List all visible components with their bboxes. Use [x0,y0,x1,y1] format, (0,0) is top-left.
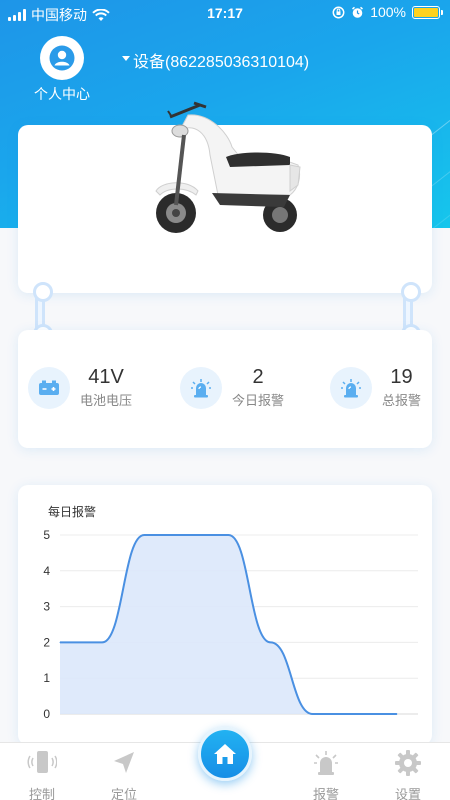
alarm-light-icon [180,366,222,409]
y-tick-label: 2 [43,635,50,649]
phone-control-icon [27,751,58,773]
gear-icon [395,750,421,776]
today-alarms-value: 2 [252,366,264,388]
alarm-light-icon [314,751,338,775]
stat-total-alarms: 19 总报警 [330,366,421,409]
data-point [227,534,229,536]
device-selector[interactable]: 设备(862285036310104) [122,48,309,72]
profile-center-button[interactable]: 个人中心 [30,36,94,104]
tab-locate[interactable]: 定位 [94,749,154,800]
alarm-clock-icon [352,6,364,18]
user-icon [49,45,75,71]
stat-today-alarms: 2 今日报警 [180,366,284,409]
data-point [185,534,187,536]
battery-voltage-value: 41V [88,366,124,388]
battery-percent: 100% [370,4,406,20]
home-icon [214,744,236,764]
battery-icon [412,5,443,19]
caret-down-icon [122,55,130,61]
scooter-image [155,101,301,233]
tab-alarm[interactable]: 报警 [296,749,356,800]
device-label: 设备(862285036310104) [133,54,310,71]
data-point [101,641,103,643]
data-point [354,713,356,715]
y-tick-label: 1 [43,671,50,685]
y-tick-label: 5 [43,528,50,542]
daily-alarm-chart: 0 1 2 3 4 5 [43,528,418,721]
y-tick-label: 0 [43,707,50,721]
battery-voltage-label: 电池电压 [80,393,133,408]
tab-alarm-label: 报警 [312,787,339,800]
today-alarms-label: 今日报警 [232,393,285,408]
alarm-light-icon [330,366,372,409]
stats-card: 41V 电池电压 2 今日报警 19 总报警 [18,330,432,448]
data-point [396,713,398,715]
status-bar: 中国移动 17:17 100% [0,0,450,26]
y-tick-label: 4 [43,564,50,578]
tab-control[interactable]: 控制 [12,749,72,800]
y-tick-label: 3 [43,600,50,614]
series-area [60,535,397,714]
data-point [270,641,272,643]
total-alarms-label: 总报警 [382,393,422,408]
orientation-lock-icon [332,6,345,18]
data-point [143,534,145,536]
stat-battery-voltage: 41V 电池电压 [28,366,132,409]
tab-locate-label: 定位 [110,787,137,800]
avatar [40,36,84,80]
daily-alarm-chart-card: 每日报警 012345 [18,485,432,745]
total-alarms-value: 19 [390,366,413,388]
profile-label: 个人中心 [34,86,90,102]
tab-control-label: 控制 [28,787,55,800]
tab-settings[interactable]: 设置 [378,749,438,800]
data-point [312,713,314,715]
tab-settings-label: 设置 [394,787,421,800]
data-point [59,641,61,643]
home-button[interactable] [198,727,252,781]
battery-icon [28,366,70,409]
location-arrow-icon [114,752,134,773]
